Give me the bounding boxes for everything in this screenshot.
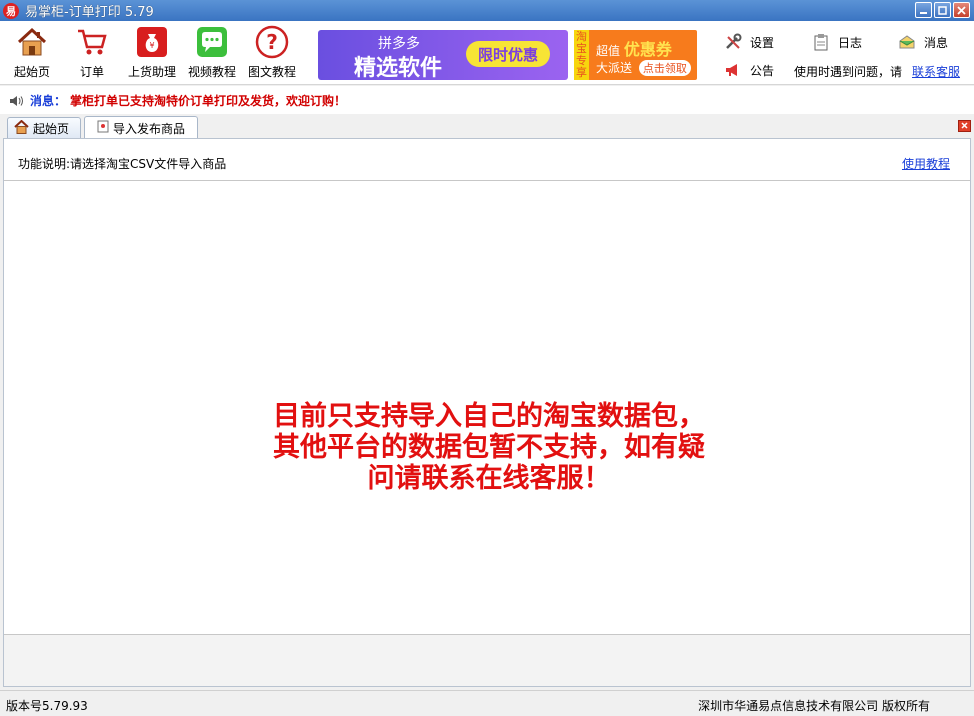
megaphone-icon	[724, 61, 742, 79]
minimize-icon	[920, 11, 927, 14]
log-button[interactable]: 日志	[812, 33, 862, 51]
toolbar-orders-button[interactable]: 订单	[62, 25, 122, 80]
log-label: 日志	[838, 35, 863, 50]
panel-header: 功能说明:请选择淘宝CSV文件导入商品 使用教程	[4, 139, 970, 181]
claim-coupon-button[interactable]: 点击领取	[638, 60, 691, 76]
svg-text:¥: ¥	[149, 41, 154, 50]
speaker-icon	[9, 95, 25, 110]
tab-label: 起始页	[33, 122, 70, 136]
tools-icon	[724, 33, 742, 51]
notice-line: 其他平台的数据包暂不支持，如有疑	[273, 432, 705, 463]
toolbar-text-tutorial-button[interactable]: ? 图文教程	[242, 25, 302, 80]
feature-description: 功能说明:请选择淘宝CSV文件导入商品	[18, 157, 227, 171]
promo-title: 精选软件	[354, 56, 443, 81]
close-button[interactable]	[953, 2, 970, 18]
announcement-label: 公告	[750, 63, 775, 78]
tab-strip: 起始页 导入发布商品	[0, 114, 974, 139]
import-products-panel: 功能说明:请选择淘宝CSV文件导入商品 使用教程 目前只支持导入自己的淘宝数据包…	[3, 138, 971, 687]
cart-icon	[75, 25, 109, 59]
promo-headline-prefix: 超值	[596, 44, 621, 58]
messages-label: 消息	[924, 35, 949, 50]
maximize-icon	[938, 5, 947, 15]
tab-start-page[interactable]: 起始页	[7, 117, 81, 139]
message-bar: 消息： 掌柜打单已支持淘特价订单打印及发货，欢迎订购！	[0, 86, 974, 114]
tab-import-products[interactable]: 导入发布商品	[84, 116, 198, 139]
svg-text:?: ?	[266, 30, 278, 54]
panel-footer	[4, 634, 970, 686]
toolbar: 起始页 订单 ¥ 上货助理 视频教程 ? 图文教程 拼多多 精选软件 限时优惠 …	[0, 21, 974, 85]
toolbar-video-tutorial-button[interactable]: 视频教程	[182, 25, 242, 80]
promo-headline: 超值 优惠券	[596, 36, 672, 60]
help-icon: ?	[255, 25, 289, 59]
toolbar-label: 上货助理	[127, 65, 176, 79]
maximize-button[interactable]	[934, 2, 951, 18]
notice-line: 目前只支持导入自己的淘宝数据包，	[273, 401, 705, 432]
copyright-label: 深圳市华通易点信息技术有限公司 版权所有	[698, 699, 930, 713]
app-logo-icon: 易	[3, 2, 19, 19]
chat-bubble-icon	[195, 25, 229, 59]
home-icon	[14, 119, 29, 137]
message-label: 消息：	[30, 93, 67, 108]
promo-side-label: 淘宝专享	[574, 30, 589, 80]
tutorial-link[interactable]: 使用教程	[902, 155, 950, 172]
status-bar: 版本号5.79.93 深圳市华通易点信息技术有限公司 版权所有	[0, 690, 974, 716]
title-bar: 易 易掌柜-订单打印 5.79	[0, 0, 974, 21]
contact-service-link[interactable]: 联系客服	[912, 63, 960, 80]
close-icon	[957, 5, 966, 15]
toolbar-label: 起始页	[13, 65, 50, 79]
document-icon	[97, 120, 109, 136]
clipboard-icon	[812, 33, 830, 51]
close-icon	[961, 122, 968, 129]
minimize-button[interactable]	[915, 2, 932, 18]
promo-footer-text: 大派送	[596, 61, 633, 75]
home-icon	[15, 25, 49, 59]
settings-label: 设置	[750, 35, 775, 50]
tab-label: 导入发布商品	[113, 121, 186, 136]
promo-badge: 限时优惠	[466, 41, 550, 67]
window-controls	[915, 2, 970, 18]
messages-button[interactable]: 消息	[898, 33, 948, 51]
money-bag-icon: ¥	[135, 25, 169, 59]
toolbar-label: 图文教程	[247, 65, 296, 79]
toolbar-label: 订单	[79, 65, 104, 79]
help-text: 使用时遇到问题，请	[794, 65, 903, 79]
mail-icon	[898, 33, 916, 51]
toolbar-upload-assistant-button[interactable]: ¥ 上货助理	[122, 25, 182, 80]
pdd-promo-banner[interactable]: 拼多多 精选软件 限时优惠	[318, 30, 568, 81]
toolbar-start-page-button[interactable]: 起始页	[2, 25, 62, 80]
promo-footer: 大派送 点击领取	[596, 59, 691, 76]
toolbar-label: 视频教程	[187, 65, 236, 79]
settings-button[interactable]: 设置	[724, 33, 774, 51]
announcement-button[interactable]: 公告	[724, 61, 774, 79]
notice-line: 问请联系在线客服！	[367, 463, 611, 494]
promo-headline-highlight: 优惠券	[623, 40, 672, 59]
message-text: 掌柜打单已支持淘特价订单打印及发货，欢迎订购！	[70, 93, 347, 108]
version-label: 版本号5.79.93	[6, 699, 88, 713]
close-tab-button[interactable]	[958, 120, 971, 132]
window-title: 易掌柜-订单打印 5.79	[25, 5, 154, 20]
taobao-coupon-banner[interactable]: 淘宝专享 超值 优惠券 大派送 点击领取	[574, 30, 697, 80]
import-notice: 目前只支持导入自己的淘宝数据包， 其他平台的数据包暂不支持，如有疑 问请联系在线…	[184, 401, 794, 494]
